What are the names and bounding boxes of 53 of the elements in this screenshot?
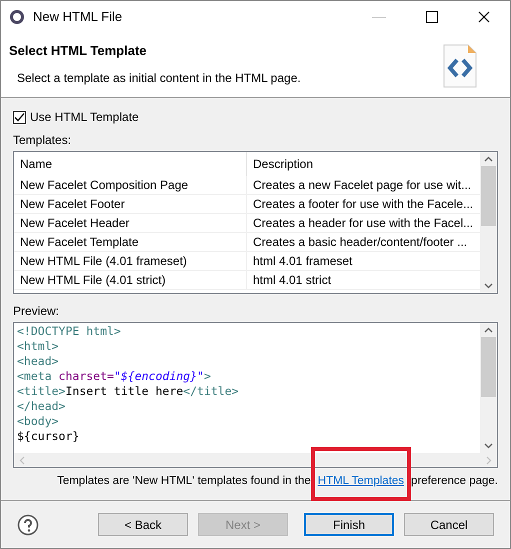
table-row[interactable]: New Facelet Template Creates a basic header/content/footer ... — [14, 233, 480, 252]
table-cell-text: Creates a header for use with the Facel... — [252, 215, 474, 232]
code-line: <!DOCTYPE html> — [17, 324, 122, 339]
table-cell-text: Creates a basic header/content/footer ... — [252, 234, 468, 251]
table-row[interactable]: New Facelet Composition Page Creates a new Facelet page for use wit... — [14, 176, 480, 195]
code-line: </head> — [17, 399, 66, 414]
table-cell-text: Creates a new Facelet page for use wit... — [252, 177, 472, 194]
templates-label: Templates: — [13, 132, 72, 149]
code-line: ${cursor} — [17, 429, 80, 444]
scrollbar[interactable] — [480, 152, 497, 293]
table-row[interactable]: New HTML File (4.01 frameset) html 4.01 frameset — [14, 252, 480, 271]
table-cell: New Facelet Template — [14, 233, 247, 251]
scroll-up-icon[interactable] — [484, 156, 493, 162]
footer-note: Templates are 'New HTML' templates found in the — [57, 474, 311, 489]
column-header[interactable]: Name — [14, 152, 247, 176]
code-line: <meta charset="${encoding}"> — [17, 369, 212, 384]
table-cell: New HTML File (4.01 frameset) — [14, 252, 247, 270]
table-cell: New Facelet Footer — [14, 195, 247, 213]
scroll-thumb[interactable] — [481, 166, 496, 226]
scroll-up-icon[interactable] — [484, 327, 493, 333]
table-cell-text: Creates a footer for use with the Facele... — [252, 196, 474, 213]
maximize-icon[interactable] — [426, 11, 438, 23]
column-header[interactable]: Description — [247, 152, 480, 176]
table-cell-text: html 4.01 frameset — [252, 253, 354, 270]
scrollbar[interactable] — [480, 323, 497, 453]
dialog-button[interactable]: < Back — [98, 513, 188, 536]
scroll-down-icon[interactable] — [484, 283, 493, 289]
footer-note: preference page. — [411, 474, 498, 489]
table-cell: New HTML File (4.01 strict) — [14, 271, 247, 289]
table-row[interactable]: New Facelet Header Creates a header for use with the Facel... — [14, 214, 480, 233]
close-icon[interactable] — [478, 11, 490, 23]
code-line: <html> — [17, 339, 60, 354]
dialog-button[interactable]: Finish — [304, 513, 394, 536]
table-row[interactable]: New Facelet Footer Creates a footer for use with the Facele... — [14, 195, 480, 214]
code-line: <head> — [17, 354, 60, 369]
page-description: Select a template as initial content in the HTML page. — [16, 70, 302, 86]
table-cell-text: html 4.01 strict — [252, 272, 332, 289]
window-title: New HTML File — [33, 8, 122, 26]
checkbox[interactable] — [13, 110, 26, 124]
scroll-thumb[interactable] — [481, 337, 496, 397]
checkbox-label[interactable]: Use HTML Template — [30, 108, 139, 126]
help-icon[interactable] — [17, 514, 39, 536]
scroll-down-icon[interactable] — [484, 443, 493, 449]
preview-label: Preview: — [13, 303, 60, 320]
code-line: <body> — [17, 414, 60, 429]
page-title: Select HTML Template — [9, 42, 148, 60]
table-cell: New Facelet Composition Page — [14, 176, 247, 194]
table-row[interactable]: New HTML File (4.01 strict) html 4.01 strict — [14, 271, 480, 290]
code-line: <title>Insert title here</title> — [17, 384, 240, 399]
table-cell: New Facelet Header — [14, 214, 247, 232]
code-file-icon — [442, 43, 478, 89]
dialog-button[interactable]: Cancel — [404, 513, 494, 536]
html-templates-link[interactable]: HTML Templates — [318, 475, 404, 487]
